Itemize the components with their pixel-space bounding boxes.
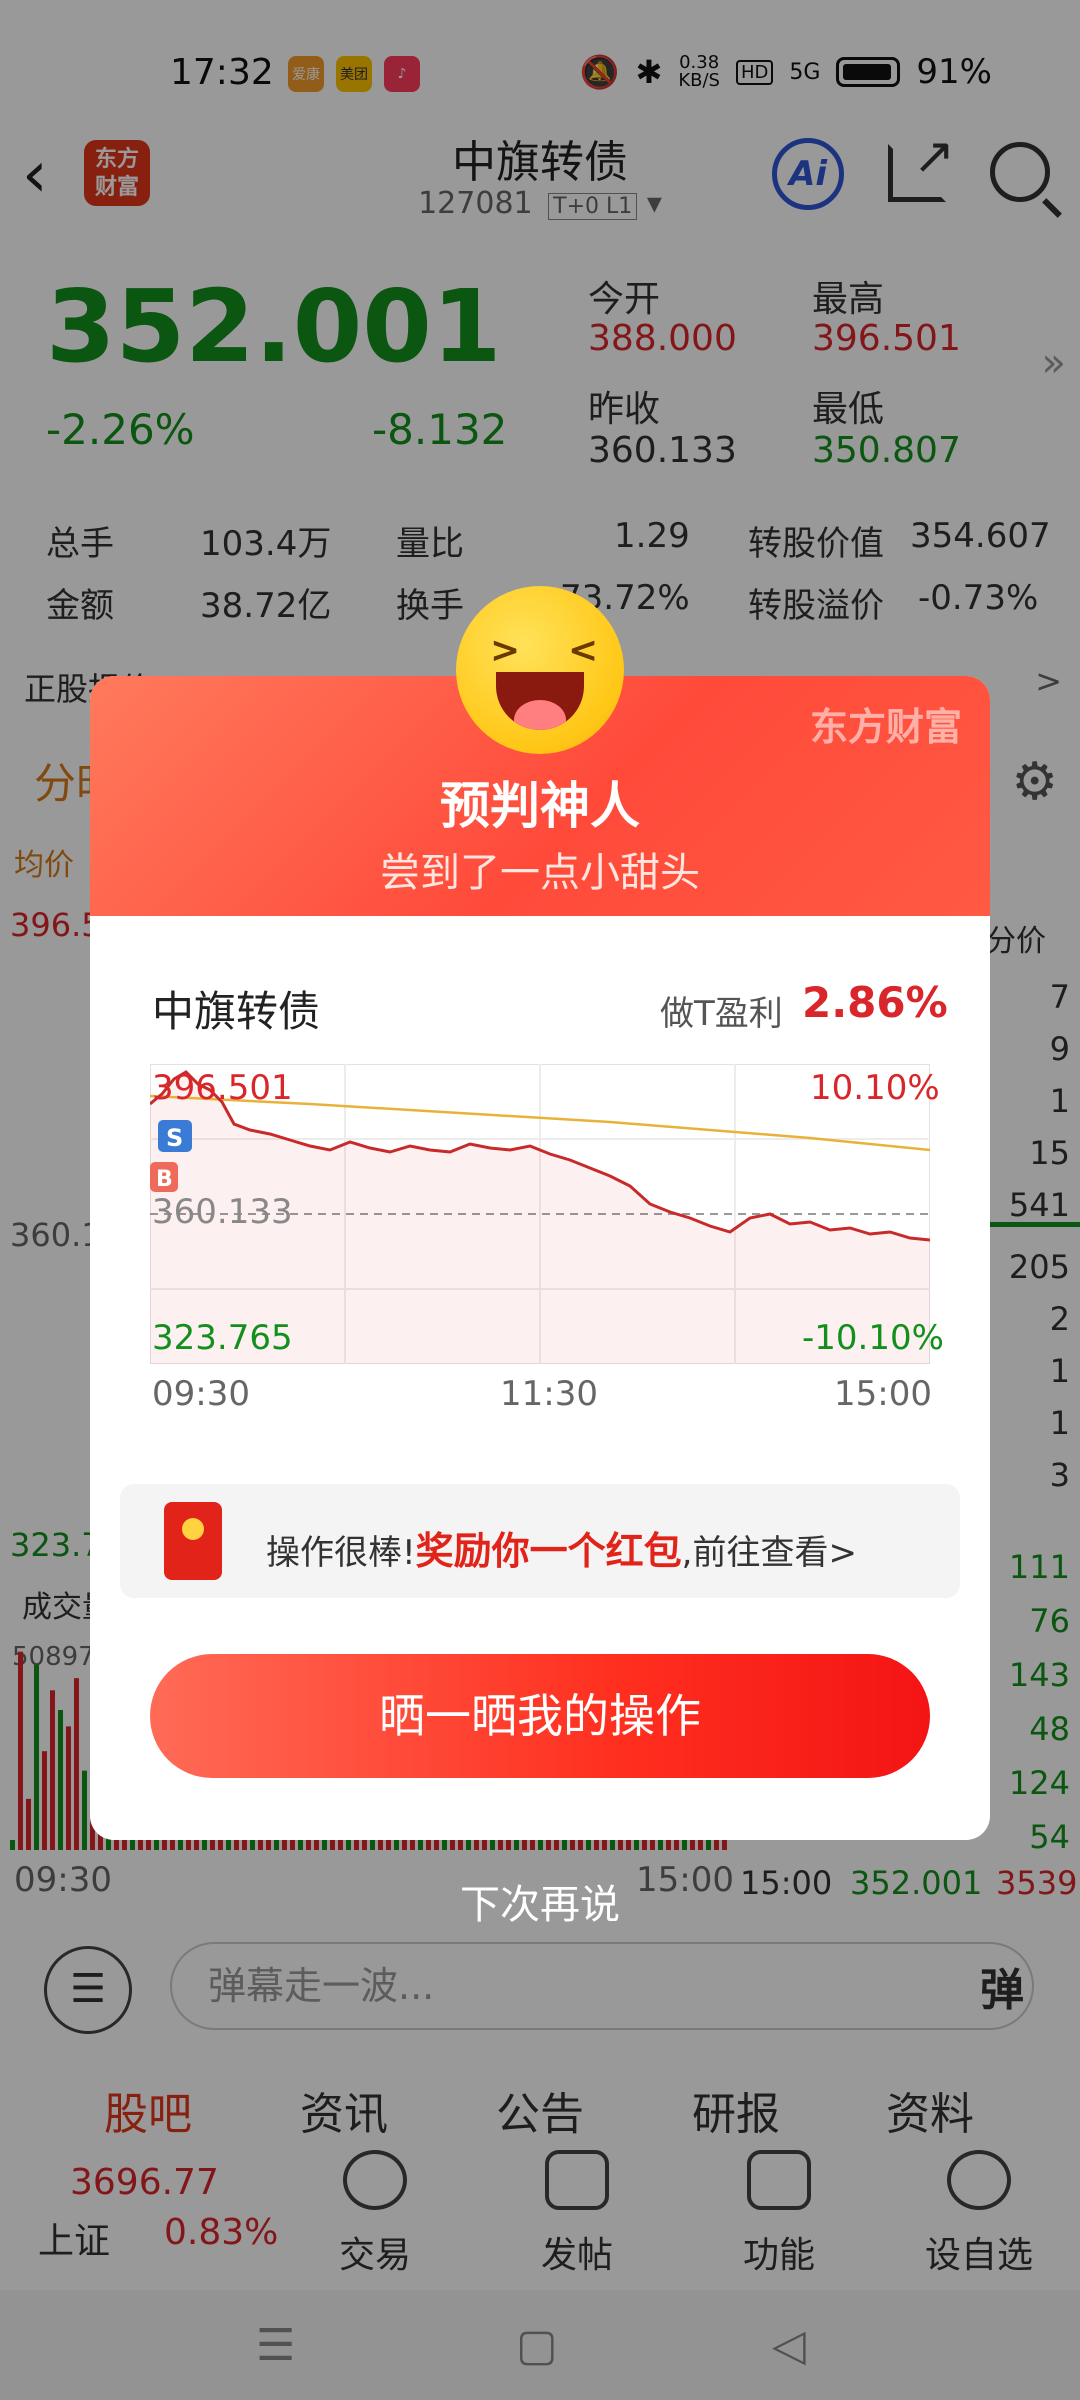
mini-time-mid: 11:30 [500,1374,598,1414]
modal-brand: 东方财富 [809,705,962,749]
dismiss-button[interactable]: 下次再说 [0,1872,1080,1930]
red-packet-banner[interactable]: 操作很棒!奖励你一个红包,前往查看> [120,1484,960,1598]
share-operation-button[interactable]: 晒一晒我的操作 [150,1654,930,1778]
mini-time-open: 09:30 [152,1374,250,1414]
modal-title: 预判神人 [440,777,640,835]
svg-text:S: S [166,1124,183,1152]
mini-high-pct: 10.10% [810,1068,940,1108]
svg-text:B: B [156,1167,173,1192]
sell-marker: S [158,1120,192,1152]
mini-low-pct: -10.10% [802,1318,944,1358]
mini-high-label: 396.501 [152,1068,293,1108]
profit-value: 2.86% [802,978,948,1027]
modal-subtitle: 尝到了一点小甜头 [380,850,700,896]
laughing-emoji-icon: > < [456,586,624,754]
reward-text: 操作很棒!奖励你一个红包,前往查看> [266,1529,857,1573]
profit-label: 做T盈利 [660,994,783,1034]
modal-stock-name: 中旗转债 [152,987,321,1036]
mini-low-label: 323.765 [152,1318,293,1358]
result-modal: 东方财富 预判神人 尝到了一点小甜头 中旗转债 做T盈利 2.86% S B 3… [90,676,990,1840]
buy-marker: B [150,1162,178,1192]
mini-mid-label: 360.133 [152,1192,293,1232]
mini-time-close: 15:00 [834,1374,932,1414]
red-envelope-icon [164,1502,222,1580]
